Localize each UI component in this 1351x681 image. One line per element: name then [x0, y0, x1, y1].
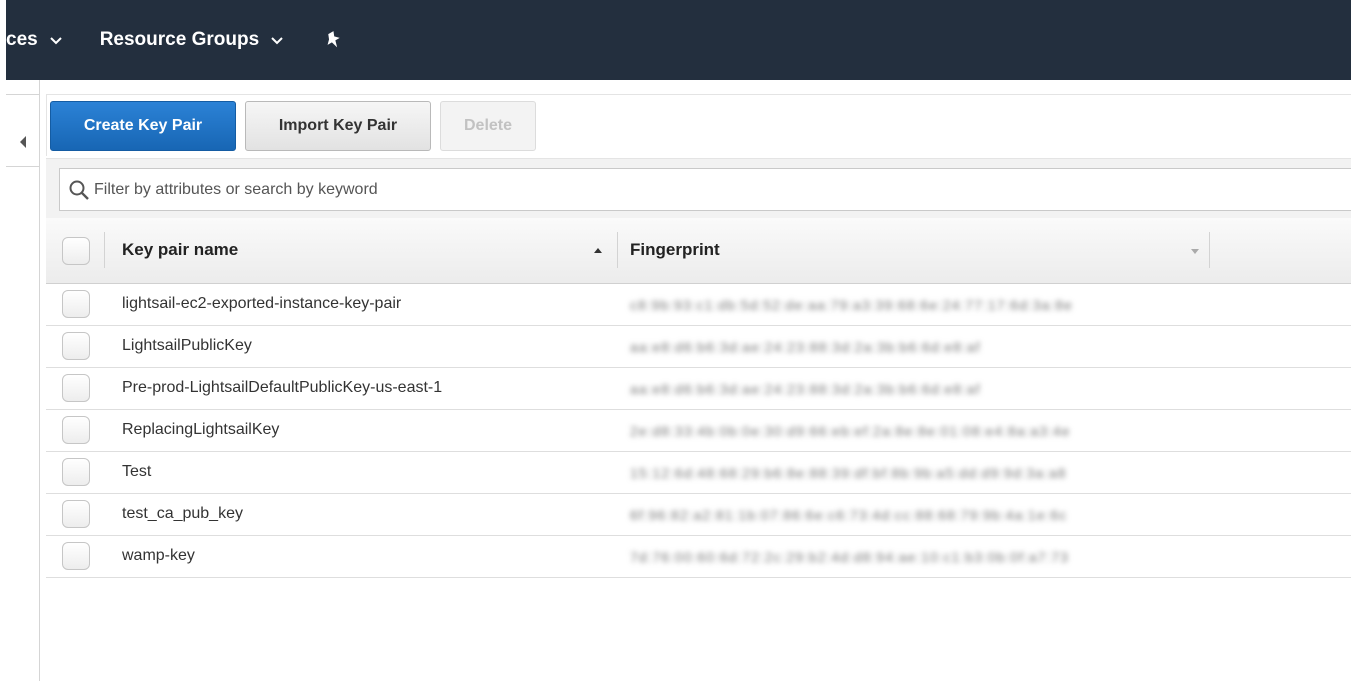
- key-pair-name: test_ca_pub_key: [122, 505, 243, 522]
- row-checkbox[interactable]: [62, 332, 90, 360]
- row-checkbox[interactable]: [62, 458, 90, 486]
- key-pair-name: wamp-key: [122, 547, 195, 564]
- delete-button: Delete: [440, 100, 536, 151]
- column-divider: [617, 232, 618, 268]
- top-navigation-bar: ces Resource Groups: [0, 0, 1351, 80]
- sort-descending-icon[interactable]: [1191, 249, 1199, 254]
- column-divider: [1209, 232, 1210, 268]
- table-row[interactable]: Test 15:12:6d:48:68:29:b6:8e:88:39:df:bf…: [46, 452, 1351, 494]
- table-row[interactable]: test_ca_pub_key 6f:96:82:a2:81:1b:07:86:…: [46, 494, 1351, 536]
- key-pair-name: ReplacingLightsailKey: [122, 421, 280, 438]
- row-checkbox[interactable]: [62, 500, 90, 528]
- key-pair-name: lightsail-ec2-exported-instance-key-pair: [122, 295, 402, 312]
- key-pair-name: LightsailPublicKey: [122, 337, 252, 354]
- column-header-fingerprint[interactable]: Fingerprint: [630, 240, 720, 260]
- filter-bar: [46, 158, 1351, 218]
- fingerprint-value: 7d:76:00:60:6d:72:2c:29:b2:4d:d8:94:ae:1…: [630, 549, 1069, 565]
- table-row[interactable]: LightsailPublicKey aa:e8:d6:b6:3d:ae:24:…: [46, 326, 1351, 368]
- fingerprint-value: 15:12:6d:48:68:29:b6:8e:88:39:df:bf:8b:9…: [630, 465, 1067, 481]
- table-row[interactable]: wamp-key 7d:76:00:60:6d:72:2c:29:b2:4d:d…: [46, 536, 1351, 578]
- chevron-down-icon: [271, 37, 283, 45]
- resource-groups-label: Resource Groups: [99, 29, 260, 50]
- column-header-key-pair-name[interactable]: Key pair name: [122, 240, 238, 260]
- select-all-checkbox[interactable]: [62, 237, 90, 265]
- table-row[interactable]: Pre-prod-LightsailDefaultPublicKey-us-ea…: [46, 368, 1351, 410]
- fingerprint-value: c8:9b:93:c1:db:5d:52:de:aa:79:a3:39:68:6…: [630, 297, 1073, 313]
- row-checkbox[interactable]: [62, 416, 90, 444]
- services-menu[interactable]: ces: [6, 29, 62, 51]
- main-content: Create Key Pair Import Key Pair Delete K…: [46, 80, 1351, 681]
- fingerprint-value: aa:e8:d6:b6:3d:ae:24:23:88:3d:2a:3b:b6:6…: [630, 339, 981, 355]
- row-checkbox[interactable]: [62, 290, 90, 318]
- table-row[interactable]: lightsail-ec2-exported-instance-key-pair…: [46, 284, 1351, 326]
- fingerprint-value: 2e:d8:33:4b:0b:0e:30:d9:66:eb:ef:2a:8e:8…: [630, 423, 1071, 439]
- panel-divider: [6, 166, 40, 167]
- key-pair-name: Pre-prod-LightsailDefaultPublicKey-us-ea…: [122, 379, 443, 396]
- key-pairs-table: Key pair name Fingerprint lightsail-ec2-…: [46, 218, 1351, 578]
- search-box[interactable]: [59, 168, 1351, 211]
- table-body: lightsail-ec2-exported-instance-key-pair…: [46, 284, 1351, 578]
- resource-groups-menu[interactable]: Resource Groups: [100, 29, 283, 51]
- action-toolbar: Create Key Pair Import Key Pair Delete: [46, 94, 1351, 156]
- create-key-pair-button[interactable]: Create Key Pair: [50, 100, 236, 151]
- row-checkbox[interactable]: [62, 542, 90, 570]
- key-pair-name: Test: [122, 463, 152, 480]
- left-side-panel: [0, 80, 40, 681]
- import-key-pair-button[interactable]: Import Key Pair: [245, 100, 431, 151]
- fingerprint-value: aa:e8:d6:b6:3d:ae:24:23:88:3d:2a:3b:b6:6…: [630, 381, 981, 397]
- table-header: Key pair name Fingerprint: [46, 218, 1351, 284]
- chevron-down-icon: [49, 37, 62, 45]
- services-menu-label: ces: [6, 29, 38, 50]
- pin-icon[interactable]: [323, 29, 345, 51]
- panel-divider: [6, 94, 40, 95]
- fingerprint-value: 6f:96:82:a2:81:1b:07:86:6e:c6:73:4d:cc:8…: [630, 507, 1068, 523]
- sort-ascending-icon[interactable]: [594, 248, 602, 253]
- collapse-arrow-icon[interactable]: [20, 136, 26, 148]
- table-row[interactable]: ReplacingLightsailKey 2e:d8:33:4b:0b:0e:…: [46, 410, 1351, 452]
- column-divider: [104, 232, 105, 268]
- search-input[interactable]: [94, 174, 1294, 205]
- row-checkbox[interactable]: [62, 374, 90, 402]
- search-icon: [69, 180, 89, 200]
